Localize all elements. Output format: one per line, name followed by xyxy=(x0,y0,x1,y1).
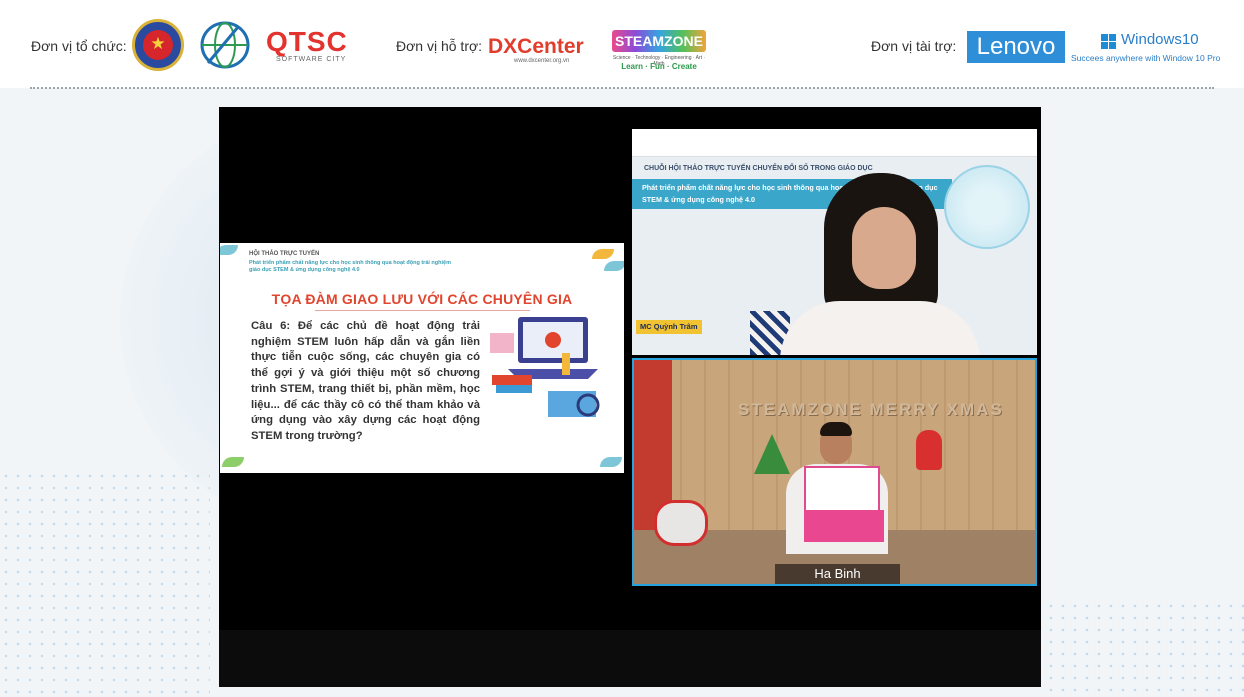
globe-logo xyxy=(200,21,250,69)
slide-title-underline xyxy=(315,310,530,311)
speaker-person-hair xyxy=(820,422,852,436)
dxcenter-url: www.dxcenter.org.vn xyxy=(514,58,570,64)
mc-tile-sponsor-strip xyxy=(632,129,1037,157)
slide-title: TỌA ĐÀM GIAO LƯU VỚI CÁC CHUYÊN GIA xyxy=(271,291,573,307)
university-seal-logo: ★ xyxy=(132,19,184,71)
lenovo-logo: Lenovo xyxy=(967,31,1065,63)
video-bottom-bar xyxy=(219,630,1041,687)
sponsor-header: Đơn vị tổ chức: ★ QTSC SOFTWARE CITY Đơn… xyxy=(0,0,1244,88)
windows-icon xyxy=(1101,34,1116,49)
slide-leaf-decoration xyxy=(222,457,244,467)
shared-slide[interactable]: HỘI THẢO TRỰC TUYẾN Phát triển phẩm chất… xyxy=(220,243,624,473)
slide-leaf-decoration xyxy=(592,249,614,259)
slide-subtitle: Phát triển phẩm chất năng lực cho học si… xyxy=(249,260,451,273)
slide-leaf-decoration xyxy=(600,457,622,467)
mc-series-title: CHUỖI HỘI THẢO TRỰC TUYẾN CHUYỂN ĐỔI SỐ … xyxy=(644,165,873,172)
laptop-study-illustration-icon xyxy=(490,317,600,417)
santa-decoration-icon xyxy=(916,430,942,470)
header-divider xyxy=(30,87,1214,89)
slide-leaf-decoration xyxy=(220,245,238,255)
slide-event-label: HỘI THẢO TRỰC TUYẾN xyxy=(249,251,320,257)
sponsor-label: Đơn vị tài trợ: xyxy=(871,38,957,54)
background-dots-left xyxy=(0,470,210,697)
speaker-name-label: Ha Binh xyxy=(775,564,900,584)
mc-person-face xyxy=(852,207,916,289)
slide-leaf-decoration xyxy=(604,261,624,271)
slide-question: Câu 6: Để các chủ đề hoạt động trải nghi… xyxy=(251,320,480,442)
mc-person-body xyxy=(780,301,980,355)
dxcenter-logo: DXCenter xyxy=(488,35,584,58)
pink-kit-box-base xyxy=(804,510,884,542)
speaker-video-tile[interactable]: STEAMZONE MERRY XMAS Ha Binh xyxy=(632,358,1037,586)
mc-globe-graphic xyxy=(944,165,1030,249)
speaker-wall-sign: STEAMZONE MERRY XMAS xyxy=(738,400,1004,419)
qtsc-logo: QTSC xyxy=(266,26,348,57)
support-label: Đơn vị hỗ trợ: xyxy=(396,38,483,54)
mc-name-tag: MC Quỳnh Trâm xyxy=(636,320,702,334)
steamzone-tagline: Learn · Fun · Create xyxy=(621,62,697,71)
steamzone-logo: STEAMZONE xyxy=(612,30,706,52)
robot-toy-icon xyxy=(654,500,708,546)
christmas-tree-icon xyxy=(754,434,790,474)
qtsc-subtitle: SOFTWARE CITY xyxy=(276,56,347,63)
organizer-label: Đơn vị tổ chức: xyxy=(31,38,127,54)
mc-video-tile[interactable]: CHUỖI HỘI THẢO TRỰC TUYẾN CHUYỂN ĐỔI SỐ … xyxy=(632,129,1037,355)
windows-tagline: Succees anywhere with Window 10 Pro xyxy=(1071,53,1221,63)
windows-logo: Windows10 xyxy=(1121,31,1199,48)
background-dots-right xyxy=(1045,600,1244,697)
